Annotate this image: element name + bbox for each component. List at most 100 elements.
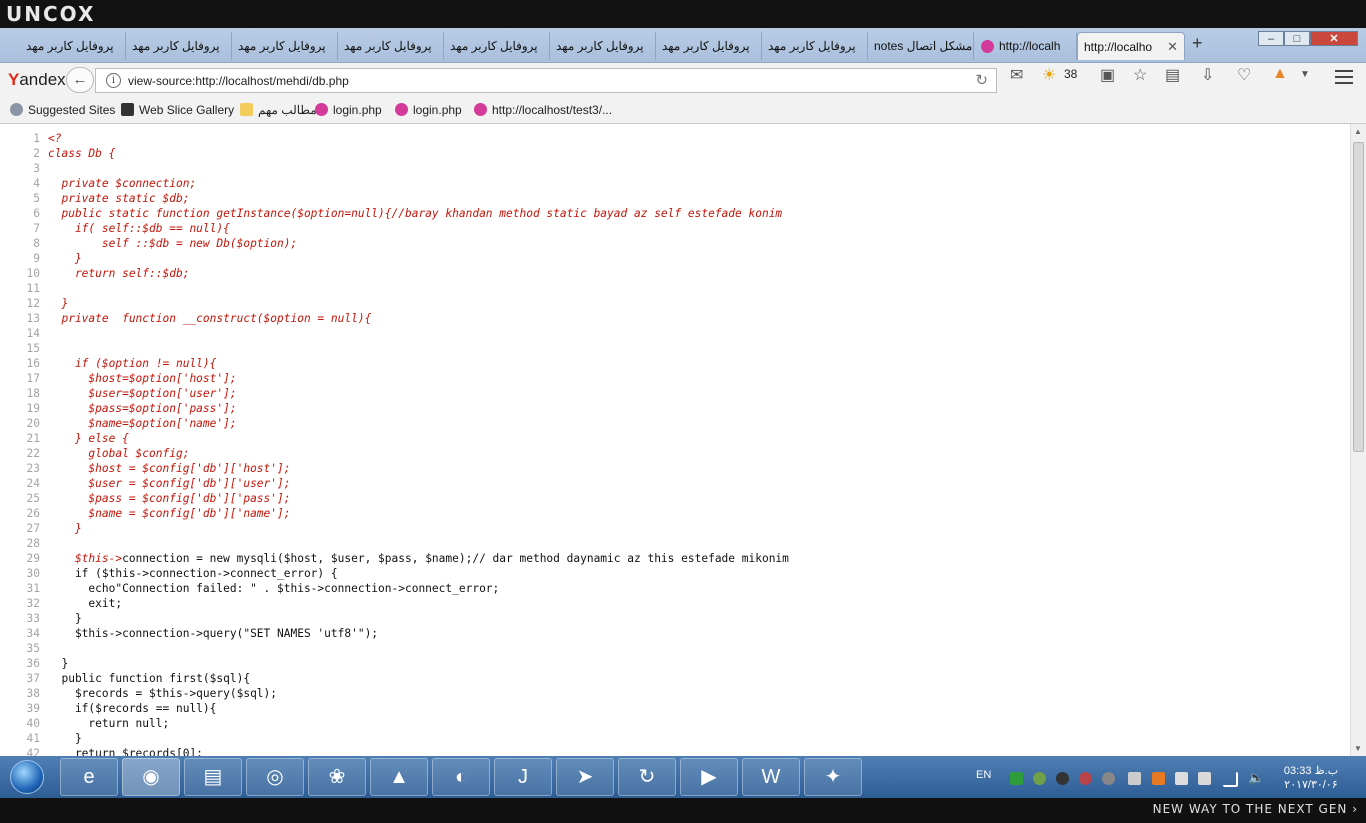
url-text[interactable]: view-source:http://localhost/mehdi/db.ph… [128,74,349,88]
tab-2[interactable]: پروفایل کاربر مهد [126,32,232,60]
tray-display-icon[interactable] [1128,772,1141,785]
tab-9[interactable]: مشکل اتصال notes [868,32,974,60]
bookmark-localhost-test3[interactable]: http://localhost/test3/... [474,103,612,117]
window-controls: – □ ✕ [1258,31,1362,48]
mail-icon[interactable]: ✉ [1010,65,1023,85]
line-number: 12 [26,297,40,310]
line-code: } [48,522,82,535]
line-number: 31 [26,582,40,595]
hamburger-menu-icon[interactable] [1335,70,1353,88]
tray-power-icon[interactable] [1198,772,1211,785]
tray-gom-icon[interactable] [1056,772,1069,785]
tray-network-globe-icon[interactable] [1033,772,1046,785]
close-tab-icon[interactable]: ✕ [1167,33,1178,60]
wamp-icon [981,40,994,54]
taskbar-app-video-player[interactable]: ▶ [680,758,738,796]
weather-sun-icon[interactable]: ☀ [1042,65,1056,85]
reading-list-icon[interactable]: ▤ [1165,65,1180,85]
wamp-icon [395,103,408,116]
wamp-icon [474,103,487,116]
taskbar-app-android-studio[interactable]: ▲ [370,758,428,796]
yandex-disk-icon[interactable]: ▲ [1272,65,1288,83]
tab-8[interactable]: پروفایل کاربر مهد [762,32,868,60]
download-icon[interactable]: ⇩ [1201,65,1214,85]
taskbar-app-intellij[interactable]: J [494,758,552,796]
line-code: self ::$db = new Db($option); [48,237,298,250]
scroll-down-icon[interactable]: ▼ [1354,744,1362,753]
tray-disk-icon[interactable] [1102,772,1115,785]
bookmark-login-1[interactable]: login.php [315,103,382,117]
source-line: 21 } else { [0,431,1350,446]
vertical-scrollbar[interactable]: ▲ ▼ [1350,124,1366,756]
source-line: 24 $user = $config['db']['user']; [0,476,1350,491]
taskbar-app-gom-player[interactable]: ◐ [432,758,490,796]
tray-app-icon[interactable] [1010,772,1023,785]
line-code: $name = $config['db']['name']; [48,507,291,520]
line-code: public static function getInstance($opti… [48,207,783,220]
bookmark-web-slice-gallery[interactable]: Web Slice Gallery [121,103,234,117]
taskbar-app-sync[interactable]: ↻ [618,758,676,796]
source-line: 14 [0,326,1350,341]
clock-time: 03:33 ب.ظ [1283,765,1339,777]
tab-6[interactable]: پروفایل کاربر مهد [550,32,656,60]
bookmark-suggested-sites[interactable]: Suggested Sites [10,103,115,117]
info-icon[interactable]: i [106,73,121,88]
line-number: 21 [26,432,40,445]
minimize-button[interactable]: – [1258,31,1284,46]
source-line: 6 public static function getInstance($op… [0,206,1350,221]
taskbar-app-file-explorer[interactable]: ▤ [184,758,242,796]
tab-1[interactable]: پروفایل کاربر مهد [20,32,126,60]
taskbar-app-disk-utility[interactable]: ◎ [246,758,304,796]
tray-flag-icon[interactable] [1175,772,1188,785]
tab-11[interactable]: http://localho ✕ [1077,32,1185,60]
new-tab-button[interactable]: + [1192,33,1203,54]
language-indicator[interactable]: EN [976,769,991,781]
back-button[interactable]: ← [66,67,94,93]
line-code: if ($this->connection->connect_error) { [48,567,338,580]
source-line: 17 $host=$option['host']; [0,371,1350,386]
tab-3[interactable]: پروفایل کاربر مهد [232,32,338,60]
tab-10[interactable]: http://localh [975,32,1077,60]
bookmark-login-2[interactable]: login.php [395,103,462,117]
close-window-button[interactable]: ✕ [1310,31,1358,46]
line-code: return $records[0]; [48,747,203,756]
address-bar[interactable]: i view-source:http://localhost/mehdi/db.… [95,68,997,93]
tab-5[interactable]: پروفایل کاربر مهد [444,32,550,60]
file-explorer-icon: ▤ [203,766,223,788]
navigation-bar: Yandex ← i view-source:http://localhost/… [0,63,1366,97]
scrollbar-thumb[interactable] [1353,142,1364,452]
weather-temperature[interactable]: 38 [1064,67,1077,81]
pocket-icon[interactable]: ♡ [1237,65,1251,85]
screenshot-icon[interactable]: ▣ [1100,65,1115,85]
bookmark-folder[interactable]: مطالب مهم [240,103,317,117]
maximize-button[interactable]: □ [1284,31,1310,46]
source-line: 18 $user=$option['user']; [0,386,1350,401]
taskbar-app-game[interactable]: ✦ [804,758,862,796]
tab-7[interactable]: پروفایل کاربر مهد [656,32,762,60]
bookmark-star-icon[interactable]: ☆ [1133,65,1147,85]
signal-icon[interactable] [1223,772,1238,787]
chevron-down-icon[interactable]: ▼ [1300,69,1310,80]
tray-avast-icon[interactable] [1152,772,1165,785]
taskbar-app-wamp-server[interactable]: W [742,758,800,796]
yandex-logo[interactable]: Yandex [8,70,66,90]
internet-explorer-icon: e [83,766,95,788]
start-button[interactable] [2,758,52,796]
taskbar-app-internet-explorer[interactable]: e [60,758,118,796]
taskbar-app-media-player[interactable]: ❀ [308,758,366,796]
tab-4[interactable]: پروفایل کاربر مهد [338,32,444,60]
line-number: 24 [26,477,40,490]
game-icon: ✦ [824,766,842,788]
source-view[interactable]: 1 <? 2 class Db {3 4 private $connection; 5 p… [0,124,1350,756]
line-code: $this->connection = new mysqli($host, $u… [48,552,789,565]
taskbar-app-firefox[interactable]: ◉ [122,758,180,796]
system-clock[interactable]: 03:33 ب.ظ ۲۰۱۷/۳۰/۰۶ [1276,764,1346,792]
scroll-up-icon[interactable]: ▲ [1354,127,1362,136]
volume-icon[interactable]: 🔈 [1248,771,1264,784]
reload-icon[interactable]: ↻ [975,71,988,89]
tray-security-icon[interactable] [1079,772,1092,785]
taskbar-app-telegram[interactable]: ➤ [556,758,614,796]
tab-label: http://localh [999,39,1061,53]
disk-utility-icon: ◎ [266,766,284,788]
line-code: } [48,657,69,670]
